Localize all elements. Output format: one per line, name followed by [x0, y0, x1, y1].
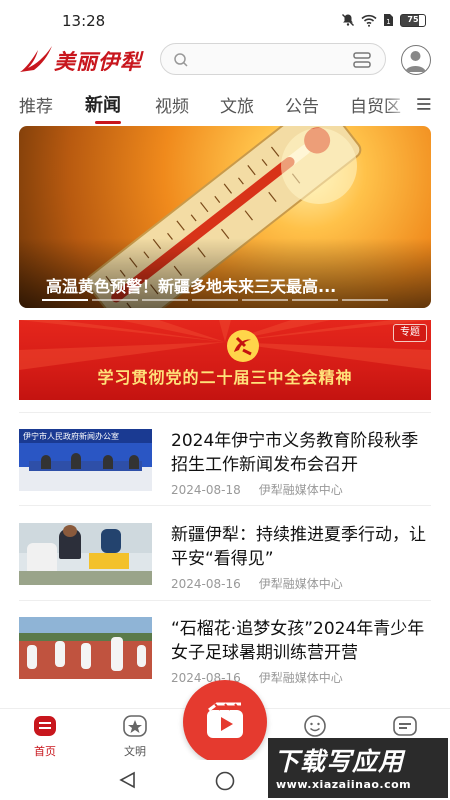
news-meta: 2024-08-16 伊犁融媒体中心 — [171, 669, 343, 686]
user-avatar[interactable] — [401, 45, 431, 75]
thumbnail-banner-text: 伊宁市人民政府新闻办公室 — [23, 432, 119, 441]
tab-news[interactable]: 新闻 — [85, 91, 121, 117]
banner-dot — [42, 299, 88, 301]
news-item[interactable]: 伊宁市人民政府新闻办公室 2024年伊宁市义务教育阶段秋季招生工作新闻发布会召开… — [19, 429, 431, 509]
search-input[interactable] — [197, 50, 347, 70]
smile-icon — [304, 715, 326, 737]
search-icon — [174, 53, 188, 67]
hero-banner[interactable]: 高温黄色预警！新疆多地未来三天最高... — [19, 126, 431, 308]
banner-dot — [92, 299, 138, 301]
news-title: “石榴花·追梦女孩”2024年青少年女子足球暑期训练营开营 — [171, 619, 425, 663]
video-icon — [207, 702, 243, 738]
banner-dot — [292, 299, 338, 301]
home-icon — [34, 716, 56, 736]
status-time: 13:28 — [62, 12, 106, 30]
tab-video[interactable]: 视频 — [155, 92, 189, 117]
battery-level: 75 — [407, 14, 419, 24]
scan-icon[interactable] — [353, 52, 371, 68]
back-icon[interactable] — [118, 770, 138, 790]
battery-icon: 75 — [400, 13, 426, 27]
special-topic-banner[interactable]: 专题 学习贯彻党的二十届三中全会精神 — [19, 320, 431, 400]
banner-pagination — [42, 299, 388, 301]
message-icon — [393, 716, 417, 736]
civilization-icon — [123, 715, 147, 737]
user-icon — [405, 51, 426, 72]
party-emblem-icon — [227, 330, 259, 362]
news-source: 伊犁融媒体中心 — [258, 577, 343, 591]
nav-civilization[interactable]: 文明 — [105, 715, 165, 759]
tab-culture-tourism[interactable]: 文旅 — [220, 92, 254, 117]
menu-icon[interactable] — [410, 96, 432, 112]
special-tag: 专题 — [393, 324, 427, 342]
search-box[interactable] — [160, 43, 386, 75]
active-tab-indicator — [95, 121, 121, 124]
watermark-main: 下载写应用 — [274, 747, 405, 776]
banner-dot — [142, 299, 188, 301]
nav-home-label: 首页 — [34, 745, 56, 758]
watermark: 下载写应用 www.xiazaiinao.com — [268, 738, 448, 798]
news-date: 2024-08-18 — [171, 483, 241, 497]
svg-text:1: 1 — [386, 18, 390, 26]
news-title: 新疆伊犁：持续推进夏季行动，让平安“看得见” — [171, 525, 426, 569]
tabs-fade — [385, 88, 410, 120]
news-meta: 2024-08-16 伊犁融媒体中心 — [171, 575, 343, 592]
logo-text: 美丽伊犁 — [54, 49, 142, 74]
banner-dot — [192, 299, 238, 301]
tab-announcement[interactable]: 公告 — [285, 92, 319, 117]
sim-icon: 1 — [384, 14, 393, 26]
news-meta: 2024-08-18 伊犁融媒体中心 — [171, 481, 343, 498]
wifi-icon — [361, 14, 377, 27]
news-title: 2024年伊宁市义务教育阶段秋季招生工作新闻发布会召开 — [171, 431, 419, 475]
status-bar: 13:28 1 75 — [0, 0, 450, 40]
news-source: 伊犁融媒体中心 — [258, 483, 343, 497]
news-date: 2024-08-16 — [171, 577, 241, 591]
nav-civilization-label: 文明 — [124, 745, 146, 758]
home-circle-icon[interactable] — [214, 770, 236, 792]
mute-icon — [342, 14, 354, 26]
category-tabs: 推荐 新闻 视频 文旅 公告 自贸区 — [0, 84, 450, 124]
app-logo[interactable]: 美丽伊犁 — [18, 42, 148, 76]
divider — [19, 505, 431, 506]
banner-dot — [342, 299, 388, 301]
news-thumbnail: 伊宁市人民政府新闻办公室 — [19, 429, 152, 491]
nav-home[interactable]: 首页 — [15, 715, 75, 759]
divider — [19, 600, 431, 601]
logo-swoosh-icon — [20, 46, 52, 72]
news-thumbnail — [19, 523, 152, 585]
banner-dot — [242, 299, 288, 301]
special-title: 学习贯彻党的二十届三中全会精神 — [97, 368, 353, 387]
video-fab-button[interactable] — [183, 680, 267, 764]
watermark-url: www.xiazaiinao.com — [276, 778, 412, 791]
header: 美丽伊犁 — [0, 40, 450, 80]
news-thumbnail — [19, 617, 152, 679]
tab-recommend[interactable]: 推荐 — [19, 92, 53, 117]
divider — [19, 412, 431, 413]
banner-title: 高温黄色预警！新疆多地未来三天最高... — [46, 277, 337, 296]
news-source: 伊犁融媒体中心 — [258, 671, 343, 685]
status-icons: 1 75 — [341, 13, 426, 27]
news-item[interactable]: 新疆伊犁：持续推进夏季行动，让平安“看得见” 2024-08-16 伊犁融媒体中心 — [19, 523, 431, 603]
